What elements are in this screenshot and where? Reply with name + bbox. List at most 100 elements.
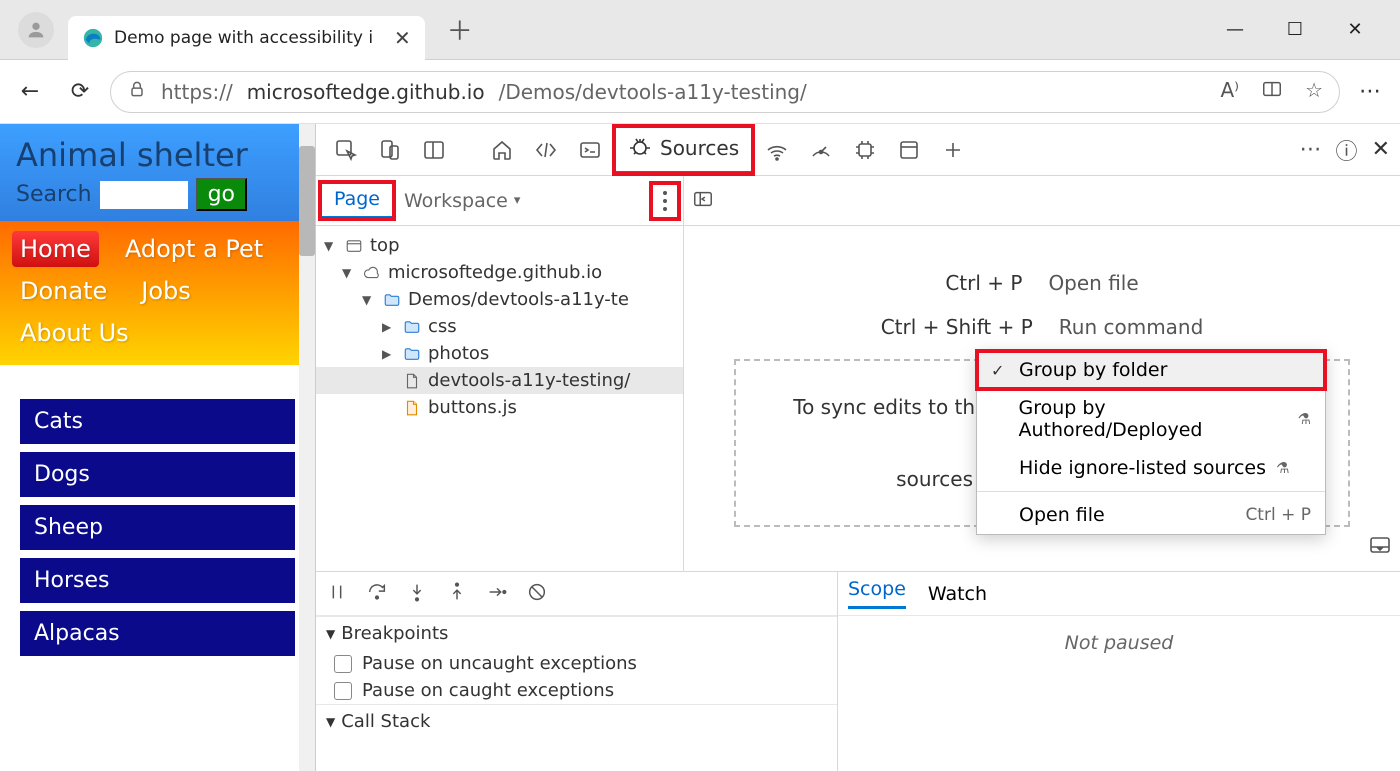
sources-tab-label: Sources — [660, 136, 739, 160]
navigator-context-menu: ✓ Group by folder Group by Authored/Depl… — [976, 350, 1326, 535]
help-icon[interactable]: ⓘ — [1336, 134, 1358, 166]
call-stack-section[interactable]: ▼Call Stack — [316, 704, 837, 738]
sources-tab[interactable]: Sources — [614, 126, 753, 174]
go-button[interactable]: go — [196, 178, 247, 211]
browser-tab[interactable]: Demo page with accessibility issu ✕ — [68, 16, 425, 60]
flask-icon: ⚗ — [1298, 410, 1311, 428]
open-file-label: Open file — [1048, 271, 1138, 295]
step-over-icon[interactable] — [366, 581, 388, 607]
hide-navigator-icon[interactable] — [692, 188, 714, 214]
more-menu-button[interactable]: ⋯ — [1350, 72, 1390, 112]
menu-hide-ignore-listed[interactable]: Hide ignore-listed sources ⚗ — [977, 449, 1325, 487]
menu-open-file[interactable]: Open file Ctrl + P — [977, 496, 1325, 534]
watch-tab[interactable]: Watch — [928, 583, 987, 605]
chevron-down-icon: ▾ — [514, 193, 521, 208]
list-item[interactable]: Cats — [20, 399, 295, 444]
url-host: microsoftedge.github.io — [247, 80, 485, 104]
cloud-icon — [362, 263, 382, 283]
page-tab[interactable]: Page — [320, 182, 394, 219]
application-tab-icon[interactable] — [889, 130, 929, 170]
new-tab-button[interactable]: ＋ — [447, 11, 473, 48]
folder-icon — [402, 344, 422, 364]
run-command-shortcut: Ctrl + Shift + P — [881, 315, 1033, 339]
sources-navigator: Page Workspace ▾ ▼ top — [316, 176, 684, 571]
not-paused-label: Not paused — [838, 616, 1400, 771]
memory-tab-icon[interactable] — [845, 130, 885, 170]
url-input[interactable]: https://microsoftedge.github.io/Demos/de… — [110, 71, 1340, 113]
devtools-toolbar: Sources ⋯ ⓘ ✕ — [316, 124, 1400, 176]
back-button[interactable]: ← — [10, 72, 50, 112]
device-toggle-icon[interactable] — [370, 130, 410, 170]
tree-folder[interactable]: ▼ Demos/devtools-a11y-te — [316, 286, 683, 313]
workspace-tab[interactable]: Workspace ▾ — [394, 190, 530, 212]
open-file-shortcut: Ctrl + P — [945, 271, 1022, 295]
reading-mode-icon[interactable] — [1261, 78, 1283, 105]
navigator-more-button[interactable] — [651, 183, 679, 219]
search-label: Search — [16, 182, 92, 207]
tree-top[interactable]: ▼ top — [316, 232, 683, 259]
nav-home[interactable]: Home — [12, 231, 99, 267]
tree-js-file[interactable]: buttons.js — [316, 394, 683, 421]
welcome-tab-icon[interactable] — [482, 130, 522, 170]
tab-title: Demo page with accessibility issu — [114, 28, 374, 48]
show-console-icon[interactable] — [1368, 533, 1392, 561]
devtools-panel: Sources ⋯ ⓘ ✕ Page — [316, 124, 1400, 771]
tree-origin[interactable]: ▼ microsoftedge.github.io — [316, 259, 683, 286]
read-aloud-icon[interactable]: A⁾ — [1220, 78, 1239, 105]
check-icon: ✓ — [991, 361, 1009, 380]
devtools-more-button[interactable]: ⋯ — [1300, 137, 1322, 162]
list-item[interactable]: Sheep — [20, 505, 295, 550]
menu-group-by-folder[interactable]: ✓ Group by folder — [977, 351, 1325, 389]
step-into-icon[interactable] — [406, 581, 428, 607]
tree-css-folder[interactable]: ▶ css — [316, 313, 683, 340]
inspect-element-icon[interactable] — [326, 130, 366, 170]
window-maximize-button[interactable]: ☐ — [1280, 19, 1310, 40]
lock-icon — [127, 79, 147, 104]
dock-side-icon[interactable] — [414, 130, 454, 170]
profile-button[interactable] — [18, 12, 54, 48]
search-input[interactable] — [100, 181, 188, 209]
list-item[interactable]: Alpacas — [20, 611, 295, 656]
folder-icon — [382, 290, 402, 310]
step-out-icon[interactable] — [446, 581, 468, 607]
console-tab-icon[interactable] — [570, 130, 610, 170]
tree-photos-folder[interactable]: ▶ photos — [316, 340, 683, 367]
window-minimize-button[interactable]: — — [1220, 19, 1250, 40]
bug-icon — [628, 134, 652, 163]
list-item[interactable]: Horses — [20, 558, 295, 603]
tab-close-icon[interactable]: ✕ — [394, 26, 411, 50]
pause-uncaught-checkbox[interactable]: Pause on uncaught exceptions — [316, 650, 837, 677]
window-icon — [344, 236, 364, 256]
favorite-icon[interactable]: ☆ — [1305, 78, 1323, 105]
list-item[interactable]: Dogs — [20, 452, 295, 497]
nav-about[interactable]: About Us — [12, 315, 137, 351]
site-nav: Home Adopt a Pet Donate Jobs About Us — [0, 221, 315, 365]
page-scrollbar[interactable] — [299, 124, 315, 771]
network-tab-icon[interactable] — [757, 130, 797, 170]
pause-caught-checkbox[interactable]: Pause on caught exceptions — [316, 677, 837, 704]
folder-icon — [402, 317, 422, 337]
pause-icon[interactable] — [326, 581, 348, 607]
devtools-close-icon[interactable]: ✕ — [1372, 137, 1390, 162]
nav-adopt[interactable]: Adopt a Pet — [117, 231, 271, 267]
nav-donate[interactable]: Donate — [12, 273, 115, 309]
run-command-label: Run command — [1059, 315, 1204, 339]
nav-jobs[interactable]: Jobs — [133, 273, 199, 309]
scope-tab[interactable]: Scope — [848, 578, 906, 609]
debugger-pane: ▼Breakpoints Pause on uncaught exception… — [316, 572, 838, 771]
step-icon[interactable] — [486, 581, 508, 607]
breakpoints-section[interactable]: ▼Breakpoints — [316, 616, 837, 650]
refresh-button[interactable]: ⟳ — [60, 72, 100, 112]
window-close-button[interactable]: ✕ — [1340, 19, 1370, 40]
url-path: /Demos/devtools-a11y-testing/ — [499, 80, 807, 104]
more-tabs-icon[interactable] — [933, 130, 973, 170]
menu-group-by-authored[interactable]: Group by Authored/Deployed ⚗ — [977, 389, 1325, 449]
page-title: Animal shelter — [16, 136, 299, 174]
tree-html-file[interactable]: devtools-a11y-testing/ — [316, 367, 683, 394]
file-icon — [402, 398, 422, 418]
flask-icon: ⚗ — [1276, 459, 1289, 477]
elements-tab-icon[interactable] — [526, 130, 566, 170]
browser-titlebar: Demo page with accessibility issu ✕ ＋ — … — [0, 0, 1400, 60]
performance-tab-icon[interactable] — [801, 130, 841, 170]
deactivate-breakpoints-icon[interactable] — [526, 581, 548, 607]
